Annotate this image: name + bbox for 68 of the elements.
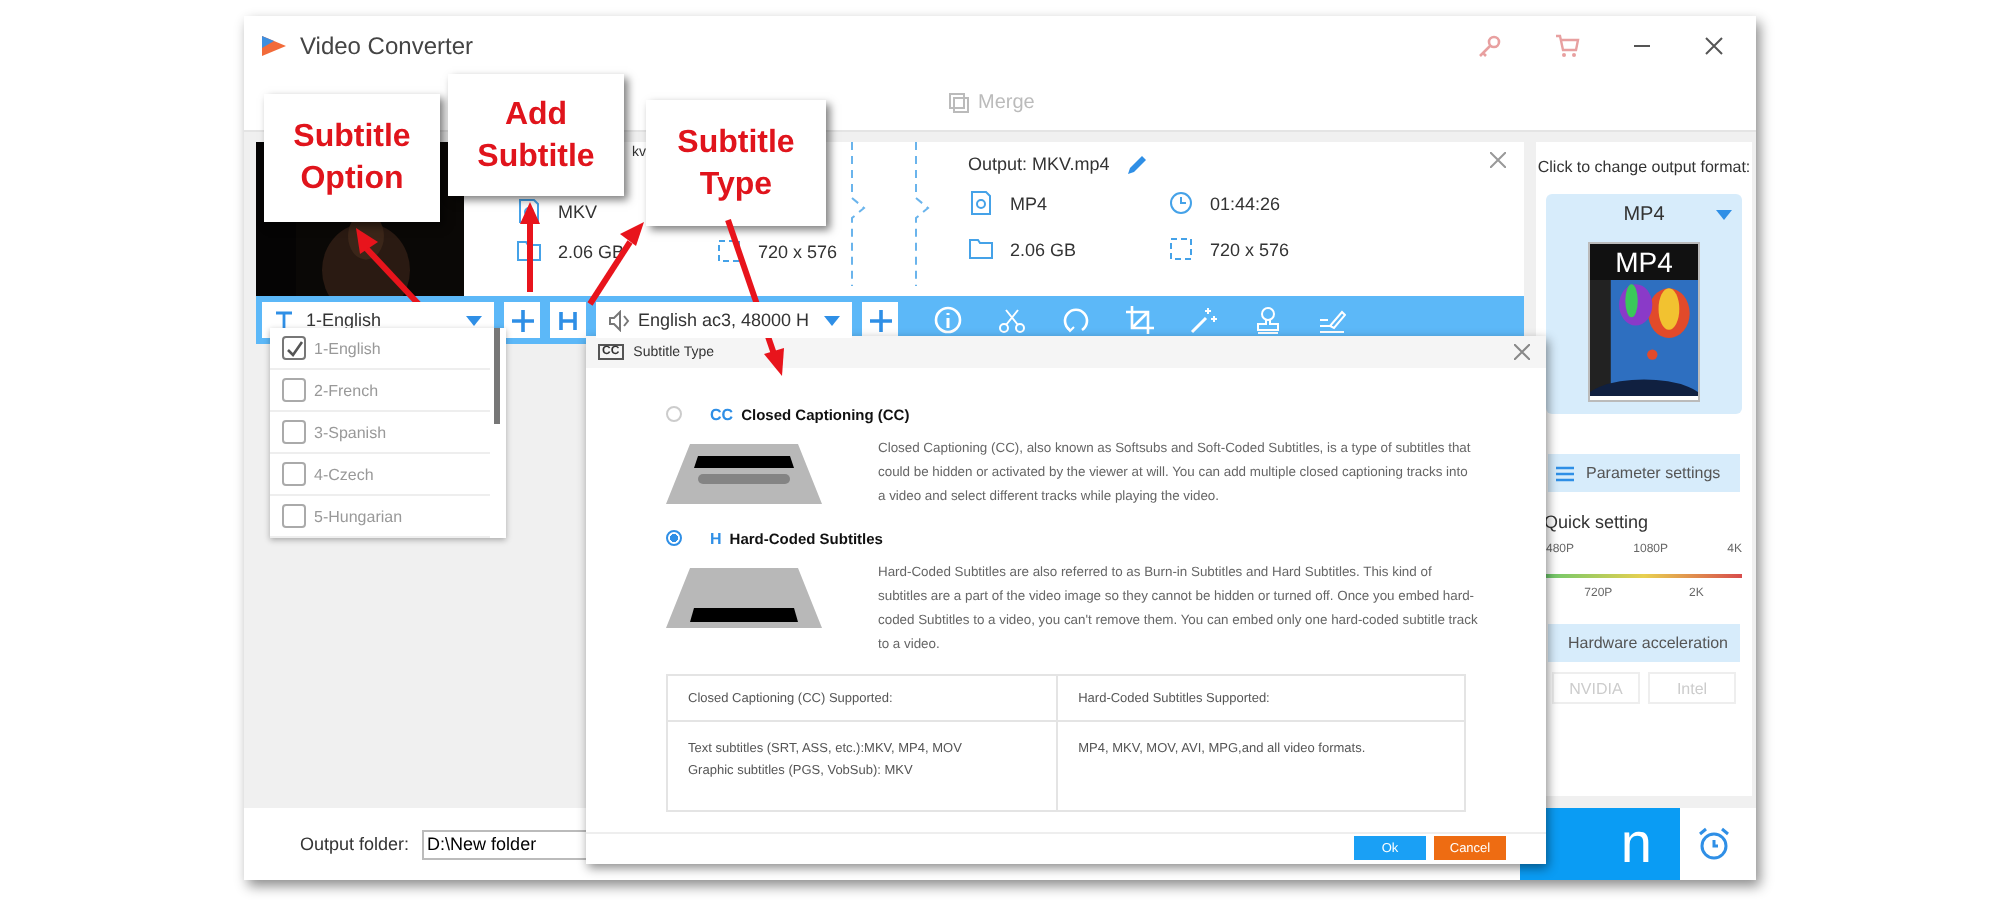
subtitle-option[interactable]: 1-English [270,328,490,370]
add-subtitle-button[interactable] [504,302,540,338]
output-name: Output: MKV.mp4 [968,154,1110,174]
parameter-settings-button[interactable]: Parameter settings [1548,454,1740,492]
subtitle-option[interactable]: 5-Hungarian [270,496,490,538]
h-letter-icon [558,310,578,330]
cart-icon[interactable] [1554,34,1580,58]
resolution-text: 720 x 576 [758,241,838,261]
subtitle-type-button[interactable] [550,302,586,338]
merge-icon [948,92,970,114]
audio-select[interactable]: English ac3, 48000 H [596,302,852,338]
video-file-icon [968,190,994,216]
callout-label: Add Subtitle [448,74,624,196]
checkbox[interactable] [282,504,306,528]
resolution-icon [1168,236,1194,262]
output-folder-label: Output folder: [300,834,410,854]
sliders-icon [1556,463,1574,483]
plus-icon [869,309,891,331]
clock-icon [1168,190,1194,216]
format-text: MKV [558,201,598,221]
subtitle-option[interactable]: 2-French [270,370,490,412]
plus-icon [511,309,533,331]
format-badge: MP4 [1590,244,1698,280]
radio-button[interactable] [666,530,682,546]
callout-label: Subtitle Type [646,100,826,226]
window-title: Video Converter [300,32,473,60]
duration-text: 01:44:26 [1210,193,1281,213]
format-text: MP4 [1010,193,1048,213]
close-icon[interactable] [1514,344,1530,360]
alarm-clock-icon[interactable] [1696,826,1732,862]
crop-icon[interactable] [1126,306,1154,334]
checkbox[interactable] [282,462,306,486]
quick-setting-label: Quick setting [1544,512,1649,532]
format-selector[interactable]: MP4 MP4 [1546,194,1742,414]
checkbox[interactable] [282,420,306,444]
speaker-icon [608,309,632,331]
video-file-icon [516,198,542,224]
resolution-text: 720 x 576 [1210,239,1290,259]
subtitle-option[interactable]: 3-Spanish [270,412,490,454]
checkbox[interactable] [282,336,306,360]
folder-icon [516,238,542,264]
subtitle-kind-icon: CC [710,405,734,423]
stamp-icon[interactable] [1254,306,1282,334]
pencil-icon[interactable] [1125,153,1148,175]
folder-icon [968,236,994,262]
rotate-icon[interactable] [1062,306,1090,334]
resolution-icon [716,238,742,264]
magic-wand-icon[interactable] [1190,306,1218,334]
subtitle-option[interactable]: 4-Czech [270,454,490,496]
size-text: 2.06 GB [1010,239,1077,259]
radio-button[interactable] [666,406,682,422]
hardware-acceleration-button[interactable]: Hardware acceleration [1548,624,1740,662]
subtitle-kind-icon: H [710,529,722,547]
add-audio-button[interactable] [862,302,898,338]
text-icon [274,309,294,331]
subtitle-edit-icon[interactable] [1318,306,1346,334]
caret-icon [824,315,840,325]
key-icon[interactable] [1478,34,1502,58]
scrollbar[interactable] [494,328,500,424]
scissors-icon[interactable] [998,306,1026,334]
format-hint: Click to change output format: [1537,158,1751,176]
logo-icon [260,32,288,60]
close-icon[interactable] [1704,36,1724,56]
info-icon[interactable] [934,306,962,334]
checkbox[interactable] [282,378,306,402]
caret-icon [1716,210,1732,220]
callout-label: Subtitle Option [264,94,440,222]
arrow [520,202,540,292]
